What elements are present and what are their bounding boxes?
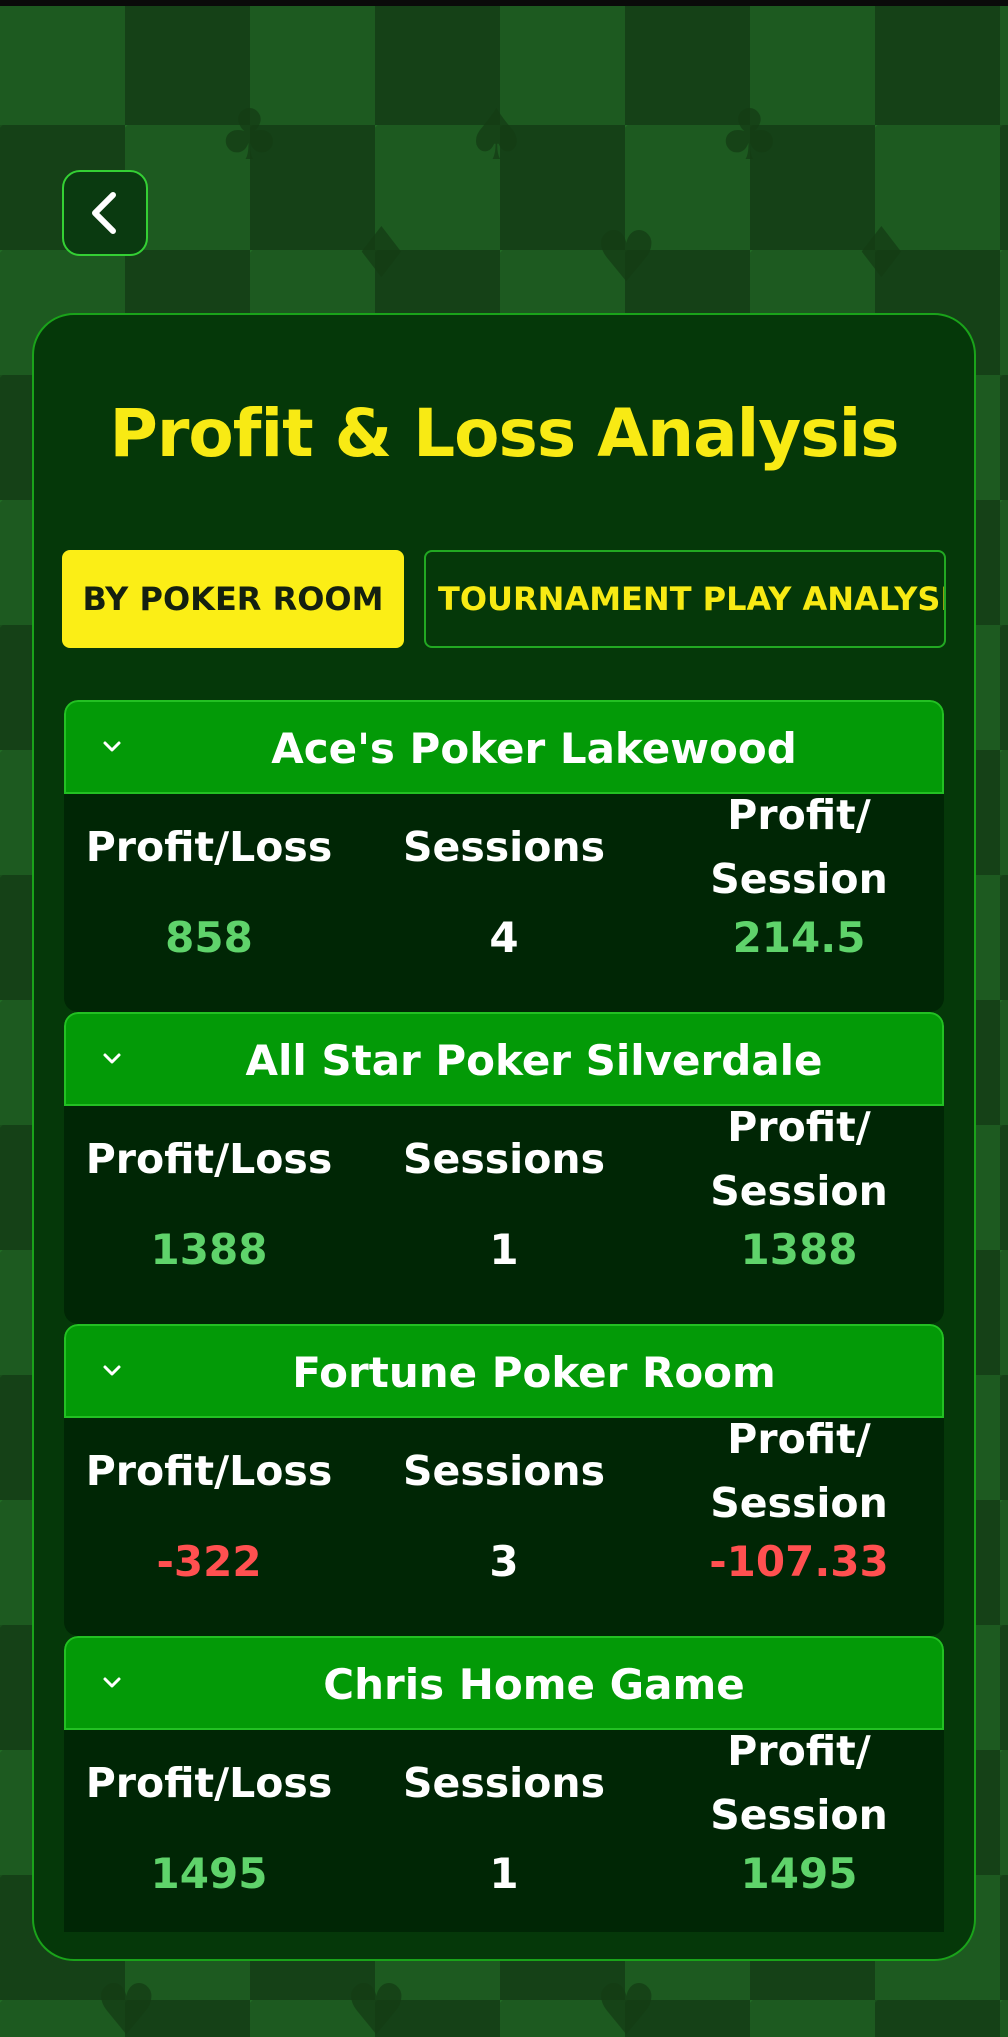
page-title: Profit & Loss Analysis — [109, 395, 899, 472]
tab-by-poker-room[interactable]: BY POKER ROOM — [62, 550, 404, 648]
profit-loss-label: Profit/Loss — [85, 823, 333, 871]
profit-per-session-value: 1495 — [740, 1849, 858, 1898]
profit-loss-value: 1495 — [150, 1849, 268, 1898]
room-card-header[interactable]: All Star Poker Silverdale — [64, 1012, 944, 1106]
room-card: All Star Poker Silverdale Profit/Loss Se… — [64, 1012, 944, 1324]
back-button[interactable] — [62, 170, 148, 256]
tab-tournament-play-analysis[interactable]: TOURNAMENT PLAY ANALYSIS — [424, 550, 946, 648]
profit-loss-value: 1388 — [150, 1225, 268, 1274]
profit-session-label-line1: Profit/ — [727, 1103, 871, 1151]
sessions-value: 1 — [489, 1225, 519, 1274]
sessions-value: 3 — [489, 1537, 519, 1586]
profit-session-label-line2: Session — [710, 1479, 888, 1527]
diamond-icon: ♦ — [850, 212, 913, 294]
sessions-label: Sessions — [403, 1447, 605, 1495]
profit-loss-label: Profit/Loss — [85, 1447, 333, 1495]
spade-icon: ♠ — [465, 94, 528, 176]
heart-icon: ♥ — [95, 1969, 158, 2037]
profit-session-label-line2: Session — [710, 1167, 888, 1215]
chevron-down-icon — [103, 1365, 121, 1376]
sessions-value: 1 — [489, 1849, 519, 1898]
profit-session-label-line2: Session — [710, 1791, 888, 1839]
room-name: Chris Home Game — [323, 1660, 745, 1709]
chevron-down-icon — [103, 1677, 121, 1688]
profit-session-label-line1: Profit/ — [727, 791, 871, 839]
room-card-header[interactable]: Chris Home Game — [64, 1636, 944, 1730]
profit-session-label-line2: Session — [710, 855, 888, 903]
heart-icon: ♥ — [345, 1969, 408, 2037]
heart-icon: ♥ — [595, 1969, 658, 2037]
room-name: Ace's Poker Lakewood — [271, 724, 797, 773]
room-list[interactable]: Ace's Poker Lakewood Profit/Loss Session… — [64, 700, 944, 1932]
profit-per-session-value: 214.5 — [732, 913, 866, 962]
chevron-down-icon — [103, 1053, 121, 1064]
sessions-value: 4 — [489, 913, 519, 962]
profit-loss-label: Profit/Loss — [85, 1759, 333, 1807]
profit-loss-value: -322 — [156, 1537, 262, 1586]
profit-loss-label: Profit/Loss — [85, 1135, 333, 1183]
sessions-label: Sessions — [403, 1135, 605, 1183]
room-card: Ace's Poker Lakewood Profit/Loss Session… — [64, 700, 944, 1012]
diamond-icon: ♦ — [350, 212, 413, 294]
status-bar — [0, 0, 1008, 6]
profit-per-session-value: -107.33 — [709, 1537, 889, 1586]
room-card-header[interactable]: Fortune Poker Room — [64, 1324, 944, 1418]
room-name: All Star Poker Silverdale — [245, 1036, 823, 1085]
profit-per-session-value: 1388 — [740, 1225, 858, 1274]
room-card-header[interactable]: Ace's Poker Lakewood — [64, 700, 944, 794]
profit-session-label-line1: Profit/ — [727, 1415, 871, 1463]
heart-icon: ♥ — [595, 216, 658, 298]
profit-session-label-line1: Profit/ — [727, 1727, 871, 1775]
club-icon: ♣ — [718, 94, 781, 176]
chevron-left-icon — [92, 192, 116, 234]
profit-loss-value: 858 — [165, 913, 253, 962]
room-card: Chris Home Game Profit/Loss Sessions Pro… — [64, 1636, 944, 1932]
sessions-label: Sessions — [403, 823, 605, 871]
club-icon: ♣ — [218, 94, 281, 176]
sessions-label: Sessions — [403, 1759, 605, 1807]
room-card: Fortune Poker Room Profit/Loss Sessions … — [64, 1324, 944, 1636]
chevron-down-icon — [103, 741, 121, 752]
room-name: Fortune Poker Room — [292, 1348, 776, 1397]
